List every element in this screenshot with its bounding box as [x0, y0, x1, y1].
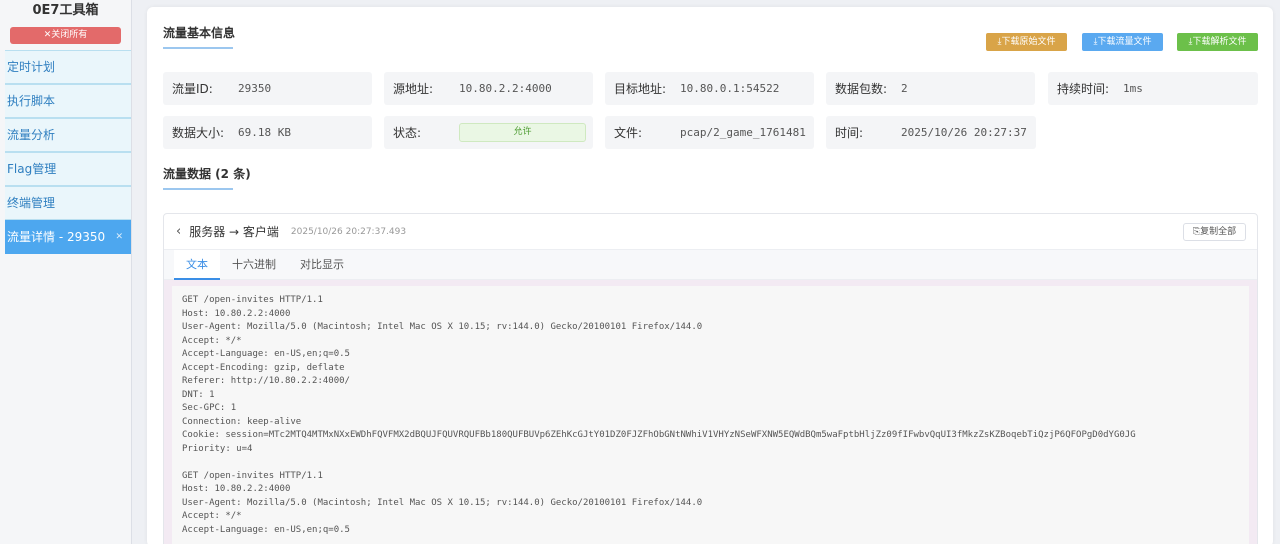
sidebar-item-scripts[interactable]: 执行脚本	[5, 84, 131, 118]
dst-label: 目标地址:	[614, 82, 667, 96]
file-label: 文件:	[614, 126, 643, 140]
sidebar-item-label: 流量详情 - 29350	[7, 230, 106, 244]
packets-label: 数据包数:	[835, 82, 888, 96]
tab-compare[interactable]: 对比显示	[288, 250, 356, 280]
info-section-title: 流量基本信息	[163, 26, 236, 49]
status-label: 状态:	[393, 126, 422, 140]
chevron-left-icon[interactable]: ‹	[176, 224, 181, 239]
sidebar-item-flow-detail[interactable]: 流量详情 - 29350 ✕	[5, 220, 131, 254]
info-file: 文件: pcap/2_game_1761481	[605, 116, 814, 149]
src-label: 源地址:	[393, 82, 434, 96]
time-label: 时间:	[835, 126, 864, 140]
download-flow-button[interactable]: ⤓下载流量文件	[1082, 33, 1163, 51]
size-value: 69.18 KB	[238, 126, 291, 139]
sidebar: 0E7工具箱 ✕关闭所有 定时计划 执行脚本 流量分析 Flag管理 终端管理 …	[0, 0, 132, 544]
info-dst-address: 目标地址: 10.80.0.1:54522	[605, 72, 814, 105]
file-value: pcap/2_game_1761481	[680, 126, 806, 139]
flow-data-panel: ‹ 服务器 → 客户端 2025/10/26 20:27:37.493 ⎘复制全…	[163, 213, 1258, 544]
info-time: 时间: 2025/10/26 20:27:37	[826, 116, 1036, 149]
close-tab-icon[interactable]: ✕	[115, 221, 123, 253]
download-raw-button[interactable]: ⤓下载原始文件	[986, 33, 1067, 51]
info-packet-count: 数据包数: 2	[826, 72, 1035, 105]
packets-value: 2	[901, 82, 908, 95]
info-duration: 持续时间: 1ms	[1048, 72, 1258, 105]
content-wrapper: GET /open-invites HTTP/1.1 Host: 10.80.2…	[164, 280, 1257, 544]
info-data-size: 数据大小: 69.18 KB	[163, 116, 372, 149]
duration-label: 持续时间:	[1057, 82, 1110, 96]
dst-value: 10.80.0.1:54522	[680, 82, 780, 95]
flow-content: GET /open-invites HTTP/1.1 Host: 10.80.2…	[172, 286, 1249, 544]
main-card: 流量基本信息 ⤓下载原始文件 ⤓下载流量文件 ⤓下载解析文件 流量ID: 293…	[147, 7, 1273, 544]
tab-hex[interactable]: 十六进制	[220, 250, 288, 280]
app-title: 0E7工具箱	[32, 3, 99, 18]
flow-timestamp: 2025/10/26 20:27:37.493	[290, 226, 407, 237]
src-value: 10.80.2.2:4000	[459, 82, 552, 95]
sidebar-item-traffic-analysis[interactable]: 流量分析	[5, 118, 131, 152]
sidebar-item-terminals[interactable]: 终端管理	[5, 186, 131, 220]
flow-direction: 服务器 → 客户端	[189, 225, 279, 239]
info-src-address: 源地址: 10.80.2.2:4000	[384, 72, 593, 105]
status-badge: 允许	[459, 123, 586, 142]
close-all-button[interactable]: ✕关闭所有	[10, 27, 121, 44]
flow-id-label: 流量ID:	[172, 82, 213, 96]
flow-id-value: 29350	[238, 82, 272, 95]
data-section-title: 流量数据 (2 条)	[163, 167, 251, 190]
size-label: 数据大小:	[172, 126, 225, 140]
tab-text[interactable]: 文本	[174, 249, 220, 280]
copy-all-button[interactable]: ⎘复制全部	[1183, 223, 1246, 241]
info-status: 状态: 允许	[384, 116, 593, 149]
panel-header: ‹ 服务器 → 客户端 2025/10/26 20:27:37.493 ⎘复制全…	[164, 214, 1257, 250]
time-value: 2025/10/26 20:27:37	[901, 126, 1027, 139]
sidebar-item-flags[interactable]: Flag管理	[5, 152, 131, 186]
duration-value: 1ms	[1123, 82, 1143, 95]
download-parsed-button[interactable]: ⤓下载解析文件	[1177, 33, 1258, 51]
view-tabs: 文本 十六进制 对比显示	[164, 249, 1257, 280]
sidebar-item-schedule[interactable]: 定时计划	[5, 50, 131, 84]
info-flow-id: 流量ID: 29350	[163, 72, 372, 105]
